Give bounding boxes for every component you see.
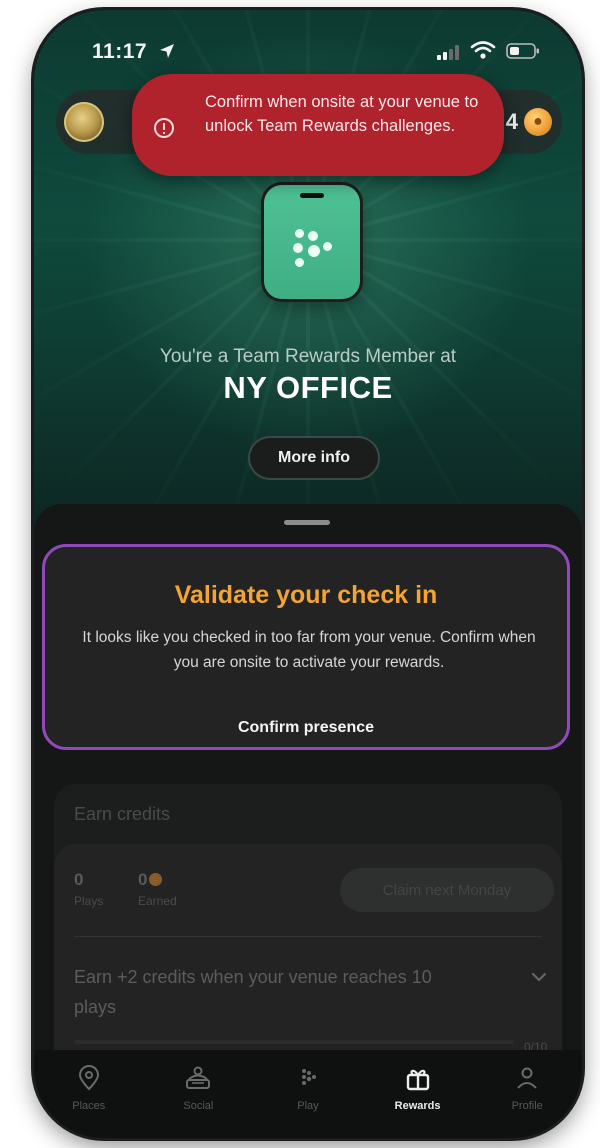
play-dots-icon <box>301 1069 316 1085</box>
credits-value: 4 <box>505 109 518 134</box>
earned-row: 0 <box>138 870 177 890</box>
validate-check-in-card: Validate your check in It looks like you… <box>42 544 570 750</box>
toast-message: Confirm when onsite at your venue to unl… <box>205 93 479 135</box>
wifi-icon <box>470 41 496 59</box>
goal-text: Earn +2 credits when your venue reaches … <box>74 967 432 1017</box>
venue-name: NY OFFICE <box>223 370 393 405</box>
sheet-handle[interactable] <box>284 520 330 525</box>
device-dot <box>308 231 318 241</box>
device-notch <box>300 193 324 198</box>
info-icon <box>154 118 174 138</box>
location-arrow-icon <box>160 44 174 58</box>
earned-label: Earned <box>138 894 177 908</box>
earn-credits-title: Earn credits <box>74 804 171 824</box>
device-dot <box>308 245 320 257</box>
tab-play[interactable]: Play <box>263 1064 353 1112</box>
tab-social[interactable]: Social <box>153 1064 243 1112</box>
tab-places[interactable]: Places <box>44 1064 134 1112</box>
earned-stat: 0 Earned <box>138 870 177 908</box>
device-dot <box>295 258 304 267</box>
claim-button[interactable]: Claim next Monday <box>340 868 554 912</box>
tab-label: Play <box>297 1100 319 1112</box>
status-time: 11:17 <box>92 40 148 63</box>
chevron-down-icon[interactable] <box>530 968 548 986</box>
tab-label: Social <box>183 1100 214 1112</box>
tab-label: Profile <box>511 1100 543 1112</box>
plays-value: 0 <box>74 870 84 889</box>
social-icon <box>186 1066 211 1089</box>
tab-profile[interactable]: Profile <box>482 1064 572 1112</box>
validate-title: Validate your check in <box>174 581 438 609</box>
rewards-sheet: Validate your check in It looks like you… <box>34 504 582 1138</box>
device-dot <box>295 229 304 238</box>
tab-label: Places <box>72 1100 106 1112</box>
validate-body: It looks like you checked in too far fro… <box>82 629 536 671</box>
earned-value: 0 <box>138 870 148 889</box>
person-icon <box>517 1067 537 1089</box>
app-screen: You're a Team Rewards Member at NY OFFIC… <box>34 10 582 1138</box>
plays-label: Plays <box>74 894 104 908</box>
coin-icon: ● <box>524 108 552 136</box>
confirm-presence-button[interactable]: Confirm presence <box>45 719 567 737</box>
phone-frame: You're a Team Rewards Member at NY OFFIC… <box>34 10 582 1138</box>
device-dot <box>323 242 332 251</box>
tab-bar: Places Social Play Rewards Profile <box>34 1050 582 1138</box>
divider <box>74 936 542 937</box>
more-info-button[interactable]: More info <box>248 436 380 480</box>
tab-rewards[interactable]: Rewards <box>373 1064 463 1112</box>
team-rewards-device-icon <box>264 185 360 299</box>
device-dot <box>293 243 303 253</box>
coin-icon <box>149 873 163 886</box>
hero-subtitle: You're a Team Rewards Member at <box>159 346 457 367</box>
status-bar: 11:17 <box>34 10 582 80</box>
battery-icon <box>506 43 539 59</box>
user-avatar[interactable] <box>64 102 104 142</box>
credits-balance[interactable]: 4 ● <box>506 104 552 140</box>
signal-icon <box>437 45 459 60</box>
onsite-toast[interactable]: Confirm when onsite at your venue to unl… <box>132 74 504 176</box>
map-pin-icon <box>78 1065 99 1091</box>
plays-stat: 0 Plays <box>74 870 103 908</box>
gift-icon <box>406 1069 429 1091</box>
tab-label: Rewards <box>394 1100 441 1112</box>
goal-progress-bar <box>74 1040 514 1044</box>
